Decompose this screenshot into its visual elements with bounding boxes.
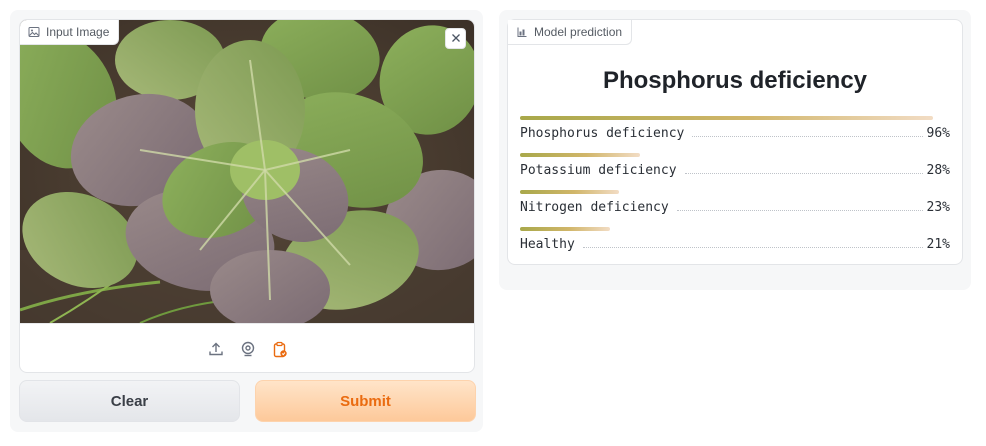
input-column: Input Image Clear Submit bbox=[10, 10, 483, 432]
confidence-bar bbox=[520, 227, 611, 231]
input-image-tag: Input Image bbox=[20, 20, 120, 45]
model-prediction-tag: Model prediction bbox=[508, 20, 633, 45]
class-label: Healthy bbox=[520, 237, 575, 252]
dotted-leader bbox=[582, 247, 923, 248]
image-input-panel[interactable]: Input Image bbox=[19, 19, 475, 373]
upload-icon[interactable] bbox=[206, 339, 226, 359]
input-image-label: Input Image bbox=[46, 25, 110, 39]
class-percent: 96% bbox=[926, 126, 950, 141]
class-label: Nitrogen deficiency bbox=[520, 200, 669, 215]
image-source-toolbar bbox=[20, 323, 474, 372]
prediction-row: Healthy 21% bbox=[520, 227, 950, 264]
top-prediction-label: Phosphorus deficiency bbox=[602, 67, 868, 94]
image-icon bbox=[28, 26, 40, 38]
clipboard-icon[interactable] bbox=[270, 339, 290, 359]
class-label: Potassium deficiency bbox=[520, 163, 677, 178]
confidence-bar bbox=[520, 116, 933, 120]
dotted-leader bbox=[676, 210, 923, 211]
close-button[interactable] bbox=[445, 28, 466, 49]
clear-button[interactable]: Clear bbox=[19, 380, 240, 422]
prediction-row: Phosphorus deficiency 96% bbox=[520, 116, 950, 153]
prediction-row: Nitrogen deficiency 23% bbox=[520, 190, 950, 227]
class-percent: 23% bbox=[926, 200, 950, 215]
confidence-bar bbox=[520, 190, 619, 194]
dotted-leader bbox=[684, 173, 923, 174]
label-icon bbox=[516, 26, 528, 38]
model-prediction-label: Model prediction bbox=[534, 25, 623, 39]
submit-button[interactable]: Submit bbox=[255, 380, 476, 422]
class-label: Phosphorus deficiency bbox=[520, 126, 685, 141]
dotted-leader bbox=[692, 136, 923, 137]
close-icon bbox=[451, 30, 461, 48]
lettuce-photo bbox=[20, 20, 474, 323]
prediction-row: Potassium deficiency 28% bbox=[520, 153, 950, 190]
class-percent: 28% bbox=[926, 163, 950, 178]
class-percent: 21% bbox=[926, 237, 950, 252]
output-column: Model prediction Phosphorus deficiency P… bbox=[499, 10, 971, 290]
webcam-icon[interactable] bbox=[238, 339, 258, 359]
model-prediction-panel: Model prediction Phosphorus deficiency P… bbox=[507, 19, 963, 265]
confidence-bar bbox=[520, 153, 641, 157]
